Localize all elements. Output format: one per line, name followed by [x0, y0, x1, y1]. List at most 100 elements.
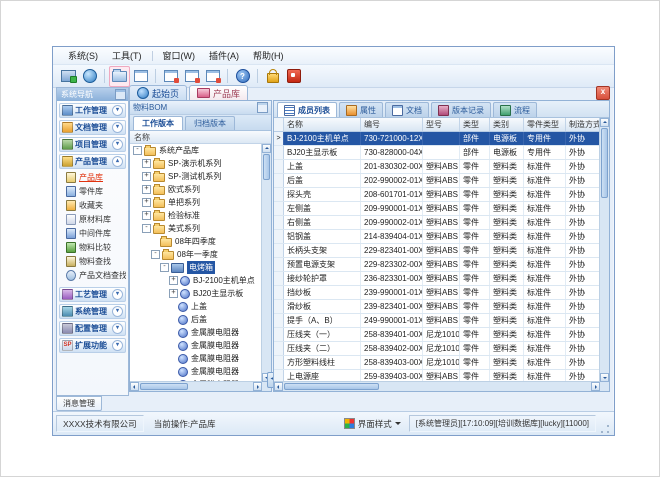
expand-icon[interactable]: +	[142, 185, 151, 194]
table-row[interactable]: 探头壳208-601701-01X塑料ABS零件塑料类标准件外协条	[274, 188, 609, 202]
bom-tab-工作版本[interactable]: 工作版本	[133, 116, 183, 130]
chevron-down-icon[interactable]: ▾	[112, 323, 123, 334]
expand-icon[interactable]: +	[142, 198, 151, 207]
tree-row[interactable]: -08年一季度	[130, 248, 262, 261]
doc-tab-start-page[interactable]: 起始页	[129, 85, 187, 100]
tree-row[interactable]: 08年四季度	[130, 235, 262, 248]
column-header-类别[interactable]: 类别	[490, 118, 524, 131]
expand-icon[interactable]: +	[142, 211, 151, 220]
scroll-left-arrow[interactable]	[274, 382, 283, 391]
chevron-down-icon[interactable]: ▾	[112, 306, 123, 317]
sidebar-item-收藏夹[interactable]: 收藏夹	[66, 199, 126, 212]
nav-group-header-7[interactable]: 配置管理▾	[59, 321, 126, 336]
tree-row[interactable]: +单把系列	[130, 196, 262, 209]
tree-row[interactable]: +BJ20主显示板	[130, 287, 262, 300]
tree-row[interactable]: 金属膜电阻器	[130, 352, 262, 365]
expand-icon[interactable]: +	[142, 172, 151, 181]
tree-row[interactable]: 金属膜电阻器	[130, 339, 262, 352]
lock-button[interactable]	[262, 66, 283, 87]
table-row[interactable]: 左侧盖209-990001-01X塑料ABS零件塑料类标准件外协条	[274, 202, 609, 216]
column-header-类型[interactable]: 类型	[460, 118, 490, 131]
table-row[interactable]: 长柄头支架229-823401-00X塑料ABS零件塑料类标准件外协条	[274, 244, 609, 258]
chevron-up-icon[interactable]: ▴	[112, 156, 123, 167]
grid-hscrollbar[interactable]	[274, 381, 600, 391]
message-management-tab[interactable]: 消息管理	[56, 396, 102, 411]
window-panel-button[interactable]	[130, 66, 151, 87]
vscroll-thumb[interactable]	[263, 154, 270, 180]
chevron-down-icon[interactable]: ▾	[112, 105, 123, 116]
nav-group-header-2[interactable]: 文档管理▾	[59, 120, 126, 135]
table-row[interactable]: 提手（A、B）249-990001-01X塑料ABS零件塑料类标准件外协条	[274, 314, 609, 328]
sidebar-item-产品库[interactable]: 产品库	[66, 171, 126, 184]
chevron-down-icon[interactable]: ▾	[112, 139, 123, 150]
expand-icon[interactable]: +	[142, 159, 151, 168]
nav-group-header-5[interactable]: 工艺管理▾	[59, 287, 126, 302]
tree-row[interactable]: +BJ-2100主机单点	[130, 274, 262, 287]
bom-tab-归档版本[interactable]: 归档版本	[185, 116, 235, 130]
table-row[interactable]: 右侧盖209-990002-01X塑料ABS零件塑料类标准件外协条	[274, 216, 609, 230]
folder-open-button[interactable]	[109, 66, 130, 87]
table-row[interactable]: 方形塑料线柱258-839403-00X尼龙1010零件塑料类标准件外协条	[274, 356, 609, 370]
table-row[interactable]: 上盖201-830302-00X塑料ABS零件塑料类标准件外协条	[274, 160, 609, 174]
tree-row[interactable]: +SP-演示机系列	[130, 157, 262, 170]
collapse-icon[interactable]: -	[133, 146, 142, 155]
nav-group-header-8[interactable]: SP扩展功能▾	[59, 338, 126, 353]
close-document-button[interactable]	[160, 66, 181, 87]
nav-group-header-1[interactable]: 工作管理▾	[59, 103, 126, 118]
table-row[interactable]: 挡纱板239-990001-01X塑料ABS零件塑料类标准件外协条	[274, 286, 609, 300]
table-row[interactable]: 接纱轮护罩236-823301-00X塑料ABS零件塑料类标准件外协条	[274, 272, 609, 286]
collapse-icon[interactable]: -	[151, 250, 160, 259]
column-header-编号[interactable]: 编号	[361, 118, 423, 131]
tree-row[interactable]: -系统产品库	[130, 144, 262, 157]
collapse-icon[interactable]: -	[160, 263, 169, 272]
scroll-left-arrow[interactable]	[130, 382, 139, 391]
column-header-名称[interactable]: 名称	[284, 118, 361, 131]
table-row[interactable]: 铝钢盖214-839404-01X塑料ABS零件塑料类标准件外协条	[274, 230, 609, 244]
tree-column-header[interactable]: 名称	[130, 131, 271, 144]
chevron-down-icon[interactable]: ▾	[112, 122, 123, 133]
system-monitor-button[interactable]	[58, 66, 79, 87]
table-row[interactable]: 滑纱板239-823401-00X塑料ABS零件塑料类标准件外协条	[274, 300, 609, 314]
scroll-right-arrow[interactable]	[253, 382, 262, 391]
chevron-down-icon[interactable]: ▾	[112, 340, 123, 351]
exit-button[interactable]	[283, 66, 304, 87]
nav-group-header-6[interactable]: 系统管理▾	[59, 304, 126, 319]
grid-vscrollbar[interactable]	[599, 118, 609, 382]
sidebar-item-原材料库[interactable]: 原材料库	[66, 213, 126, 226]
tree-row[interactable]: 金属膜电阻器	[130, 365, 262, 378]
menu-item-3[interactable]: 窗口(W)	[156, 47, 203, 64]
tab-流程[interactable]: 流程	[493, 102, 537, 117]
hscroll-thumb[interactable]	[284, 383, 379, 390]
tree-row[interactable]: +检验标准	[130, 209, 262, 222]
menu-item-2[interactable]: 工具(T)	[105, 47, 149, 64]
chevron-down-icon[interactable]: ▾	[112, 289, 123, 300]
tree-row[interactable]: -美式系列	[130, 222, 262, 235]
tree-row[interactable]: -电烤箱	[130, 261, 262, 274]
table-row[interactable]: 后盖202-990002-01X塑料ABS零件塑料类标准件外协条	[274, 174, 609, 188]
nav-group-header-3[interactable]: 项目管理▾	[59, 137, 126, 152]
tree-row[interactable]: 后盖	[130, 313, 262, 326]
hscroll-thumb[interactable]	[140, 383, 188, 390]
help-button[interactable]: ?	[232, 66, 253, 87]
window-export-button[interactable]	[202, 66, 223, 87]
tree-row[interactable]: +欧式系列	[130, 183, 262, 196]
sidebar-item-产品文档查找[interactable]: 产品文档查找	[66, 269, 126, 282]
sidebar-item-物料比较[interactable]: 物料比较	[66, 241, 126, 254]
sidebar-item-零件库[interactable]: 零件库	[66, 185, 126, 198]
scroll-down-arrow[interactable]	[600, 373, 609, 382]
tab-版本记录[interactable]: 版本记录	[431, 102, 491, 117]
window-cascade-button[interactable]	[181, 66, 202, 87]
tab-文档[interactable]: 文档	[385, 102, 429, 117]
tree-row[interactable]: +SP-测试机系列	[130, 170, 262, 183]
tab-成员列表[interactable]: 成员列表	[277, 102, 337, 117]
doc-tab-product-library[interactable]: 产品库	[189, 85, 248, 100]
expand-icon[interactable]: +	[169, 276, 178, 285]
expand-icon[interactable]: +	[169, 289, 178, 298]
close-tab-button[interactable]: x	[596, 86, 610, 100]
nav-group-header-4[interactable]: 产品管理▴	[59, 154, 126, 169]
bom-tree-hscrollbar[interactable]	[130, 381, 262, 391]
sidebar-item-中间件库[interactable]: 中间件库	[66, 227, 126, 240]
nav-pane-options-button[interactable]	[115, 89, 126, 100]
table-row[interactable]: 预置电源支架229-823302-00X塑料ABS零件塑料类标准件外协条	[274, 258, 609, 272]
globe-button[interactable]	[79, 66, 100, 87]
